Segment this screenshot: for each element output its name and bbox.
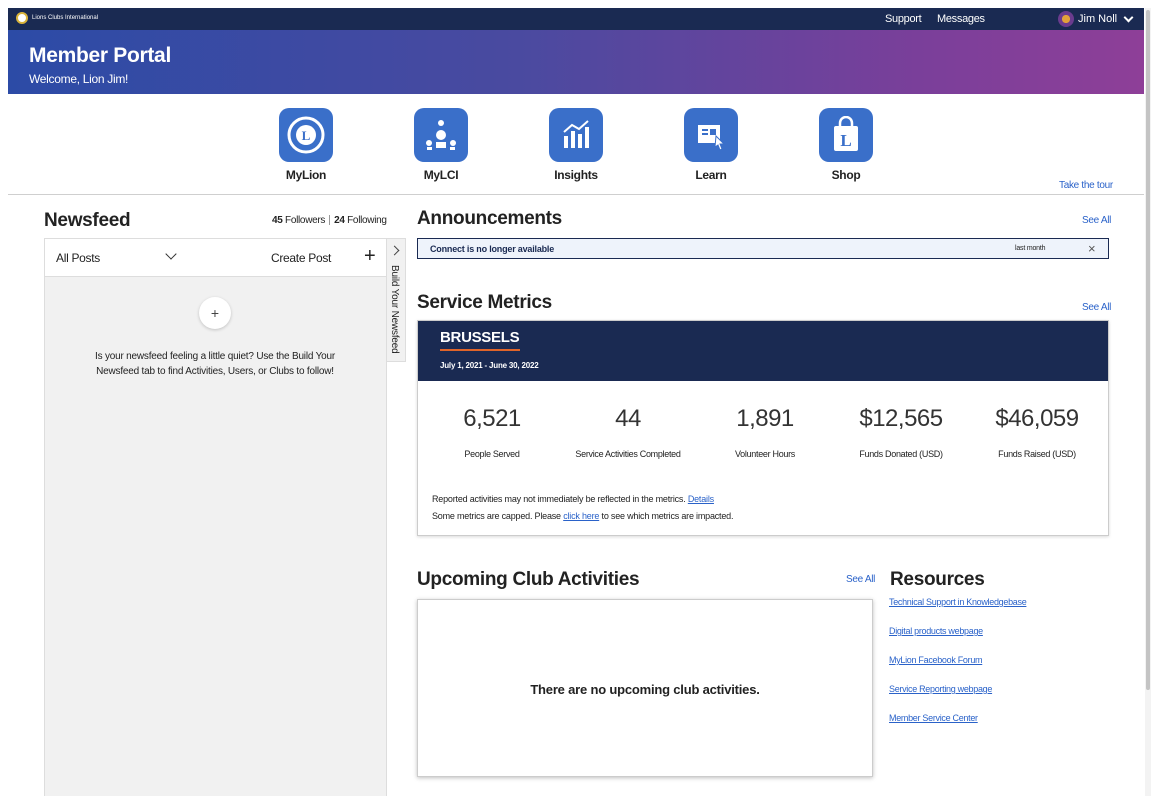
top-nav-bar: Lions Clubs International Support Messag… xyxy=(8,8,1144,30)
app-label: MyLion xyxy=(285,168,327,182)
following-label[interactable]: Following xyxy=(347,215,387,226)
divider xyxy=(329,215,331,226)
newsfeed-panel: All Posts Create Post + + Is your newsfe… xyxy=(44,238,387,796)
org-logo[interactable]: Lions Clubs International xyxy=(16,12,98,24)
details-link[interactable]: Details xyxy=(688,494,714,504)
avatar xyxy=(1058,11,1074,27)
announcements-title: Announcements xyxy=(417,208,562,229)
newsfeed-title: Newsfeed xyxy=(44,210,131,231)
create-post-button[interactable]: Create Post xyxy=(271,251,331,265)
metrics-header: BRUSSELS July 1, 2021 - June 30, 2022 xyxy=(418,321,1108,381)
build-newsfeed-tab[interactable]: Build Your Newsfeed xyxy=(387,238,406,362)
follow-stats: 45 Followers 24 Following xyxy=(272,215,387,226)
metrics-city: BRUSSELS xyxy=(440,329,520,346)
build-newsfeed-label: Build Your Newsfeed xyxy=(389,265,400,354)
capped-note-prefix: Some metrics are capped. Please xyxy=(432,511,561,521)
empty-feed-message: Is your newsfeed feeling a little quiet?… xyxy=(94,351,336,377)
app-label: Shop xyxy=(831,168,861,182)
divider xyxy=(8,194,1144,195)
metric-funds-raised: $46,059 Funds Raised (USD) xyxy=(967,405,1107,459)
org-name: Lions Clubs International xyxy=(32,15,99,21)
metrics-note: Reported activities may not immediately … xyxy=(432,494,714,504)
app-label: Learn xyxy=(695,168,727,182)
org-chart-icon xyxy=(414,108,468,162)
metric-label: Volunteer Hours xyxy=(734,449,796,459)
followers-count: 45 xyxy=(272,215,283,226)
metric-value: $12,565 xyxy=(859,405,943,432)
metric-label: Funds Donated (USD) xyxy=(859,449,943,459)
metrics-see-all-link[interactable]: See All xyxy=(1082,302,1111,313)
app-label: MyLCI xyxy=(423,168,459,182)
click-here-link[interactable]: click here xyxy=(563,511,599,521)
metrics-note-text: Reported activities may not immediately … xyxy=(432,494,686,504)
lions-logo-icon xyxy=(16,12,28,24)
metric-funds-donated: $12,565 Funds Donated (USD) xyxy=(831,405,971,459)
announcement-message: Connect is no longer available xyxy=(430,244,555,254)
service-metrics-title: Service Metrics xyxy=(417,292,552,313)
hero-banner: Member Portal Welcome, Lion Jim! xyxy=(8,30,1144,94)
following-count: 24 xyxy=(334,215,345,226)
app-mylci[interactable]: MyLCI xyxy=(401,108,481,182)
add-follow-button[interactable]: + xyxy=(199,297,231,329)
metric-value: 1,891 xyxy=(736,405,794,432)
capped-note-suffix: to see which metrics are impacted. xyxy=(601,511,734,521)
plus-icon[interactable]: + xyxy=(364,246,376,266)
activities-title: Upcoming Club Activities xyxy=(417,569,640,590)
resource-link-tech-support[interactable]: Technical Support in Knowledgebase xyxy=(889,597,1027,607)
accent-underline xyxy=(440,349,520,351)
post-filter-select[interactable]: All Posts xyxy=(56,251,100,265)
metric-people-served: 6,521 People Served xyxy=(422,405,562,459)
metric-activities-completed: 44 Service Activities Completed xyxy=(558,405,698,459)
app-learn[interactable]: Learn xyxy=(671,108,751,182)
metrics-capped-note: Some metrics are capped. Please click he… xyxy=(432,511,733,521)
activities-card: There are no upcoming club activities. xyxy=(417,599,873,777)
support-link[interactable]: Support xyxy=(885,13,922,25)
announcements-see-all-link[interactable]: See All xyxy=(1082,215,1111,226)
user-name: Jim Noll xyxy=(1078,13,1118,25)
app-insights[interactable]: Insights xyxy=(536,108,616,182)
service-metrics-card: BRUSSELS July 1, 2021 - June 30, 2022 6,… xyxy=(417,320,1109,536)
svg-text:L: L xyxy=(302,128,311,143)
metric-label: People Served xyxy=(464,449,520,459)
resource-link-service-reporting[interactable]: Service Reporting webpage xyxy=(889,684,992,694)
resource-link-facebook-forum[interactable]: MyLion Facebook Forum xyxy=(889,655,983,665)
chevron-down-icon xyxy=(1123,12,1134,22)
svg-text:L: L xyxy=(840,131,851,150)
metric-value: 44 xyxy=(615,405,641,432)
activities-empty-message: There are no upcoming club activities. xyxy=(530,682,760,697)
lion-logo-icon: L xyxy=(279,108,333,162)
app-shop[interactable]: L Shop xyxy=(806,108,886,182)
announcement-time: last month xyxy=(1015,245,1046,252)
followers-label[interactable]: Followers xyxy=(285,215,325,226)
metric-value: 6,521 xyxy=(463,405,521,432)
messages-link[interactable]: Messages xyxy=(937,13,985,25)
chevron-down-icon[interactable] xyxy=(165,248,177,260)
book-icon xyxy=(684,108,738,162)
activities-see-all-link[interactable]: See All xyxy=(846,574,875,585)
page-title: Member Portal xyxy=(29,44,171,67)
chart-icon xyxy=(549,108,603,162)
resources-title: Resources xyxy=(890,569,985,590)
newsfeed-header: All Posts Create Post + xyxy=(45,239,386,277)
scrollbar-thumb[interactable] xyxy=(1146,10,1150,690)
resource-link-member-service[interactable]: Member Service Center xyxy=(889,713,978,723)
metric-volunteer-hours: 1,891 Volunteer Hours xyxy=(695,405,835,459)
metric-value: $46,059 xyxy=(995,405,1079,432)
app-launcher: L MyLion MyLCI Insights Learn L Shop xyxy=(0,108,1151,188)
metric-label: Service Activities Completed xyxy=(575,449,681,459)
take-tour-link[interactable]: Take the tour xyxy=(1059,180,1113,191)
metric-label: Funds Raised (USD) xyxy=(998,449,1076,459)
close-icon[interactable]: × xyxy=(1088,241,1096,256)
app-label: Insights xyxy=(554,168,598,182)
app-mylion[interactable]: L MyLion xyxy=(266,108,346,182)
resource-link-digital-products[interactable]: Digital products webpage xyxy=(889,626,983,636)
announcement-item[interactable]: Connect is no longer available last mont… xyxy=(417,238,1109,259)
shopping-bag-icon: L xyxy=(819,108,873,162)
metrics-date-range: July 1, 2021 - June 30, 2022 xyxy=(440,361,539,370)
page-scrollbar[interactable] xyxy=(1145,8,1151,796)
chevron-right-icon xyxy=(389,245,400,256)
welcome-message: Welcome, Lion Jim! xyxy=(29,72,129,86)
user-menu[interactable]: Jim Noll xyxy=(1058,11,1134,27)
